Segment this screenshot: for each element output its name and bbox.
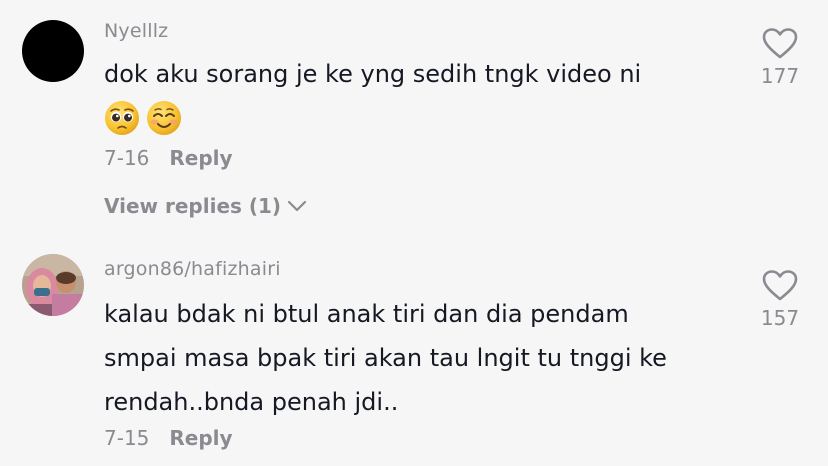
comment-text: kalau bdak ni btul anak tiri dan dia pen… <box>104 292 667 424</box>
heart-icon <box>762 270 798 301</box>
like-button[interactable]: 177 <box>756 28 804 88</box>
comment-text-line: dok aku sorang je ke yng sedih tngk vide… <box>104 60 642 88</box>
comment-text: dok aku sorang je ke yng sedih tngk vide… <box>104 52 641 96</box>
view-replies-button[interactable]: View replies (1) <box>104 194 307 218</box>
comment-meta: 7-16 Reply <box>104 146 233 170</box>
comment-item: argon86/hafizhairi kalau bdak ni btul an… <box>0 240 828 466</box>
avatar[interactable] <box>22 254 84 316</box>
smiling-face-emoji <box>147 101 181 135</box>
comment-username[interactable]: argon86/hafizhairi <box>104 258 281 280</box>
comment-text-line: rendah..bnda penah jdi.. <box>104 388 399 416</box>
comment-emojis <box>104 100 182 136</box>
reply-button[interactable]: Reply <box>169 146 232 170</box>
avatar[interactable] <box>22 20 84 82</box>
pleading-face-emoji <box>105 101 139 135</box>
reply-button[interactable]: Reply <box>169 426 232 450</box>
comment-item: Nyelllz dok aku sorang je ke yng sedih t… <box>0 0 828 240</box>
comment-text-line: smpai masa bpak tiri akan tau lngit tu t… <box>104 344 667 372</box>
comment-date: 7-15 <box>104 426 150 450</box>
like-button[interactable]: 157 <box>756 270 804 330</box>
comment-date: 7-16 <box>104 146 150 170</box>
view-replies-label: View replies (1) <box>104 194 282 218</box>
heart-icon <box>762 28 798 59</box>
chevron-down-icon <box>287 200 307 212</box>
like-count: 177 <box>760 64 800 88</box>
comment-text-line: kalau bdak ni btul anak tiri dan dia pen… <box>104 300 629 328</box>
like-count: 157 <box>760 306 800 330</box>
comment-meta: 7-15 Reply <box>104 426 233 450</box>
avatar-photo <box>22 254 84 316</box>
comment-username[interactable]: Nyelllz <box>104 20 168 42</box>
